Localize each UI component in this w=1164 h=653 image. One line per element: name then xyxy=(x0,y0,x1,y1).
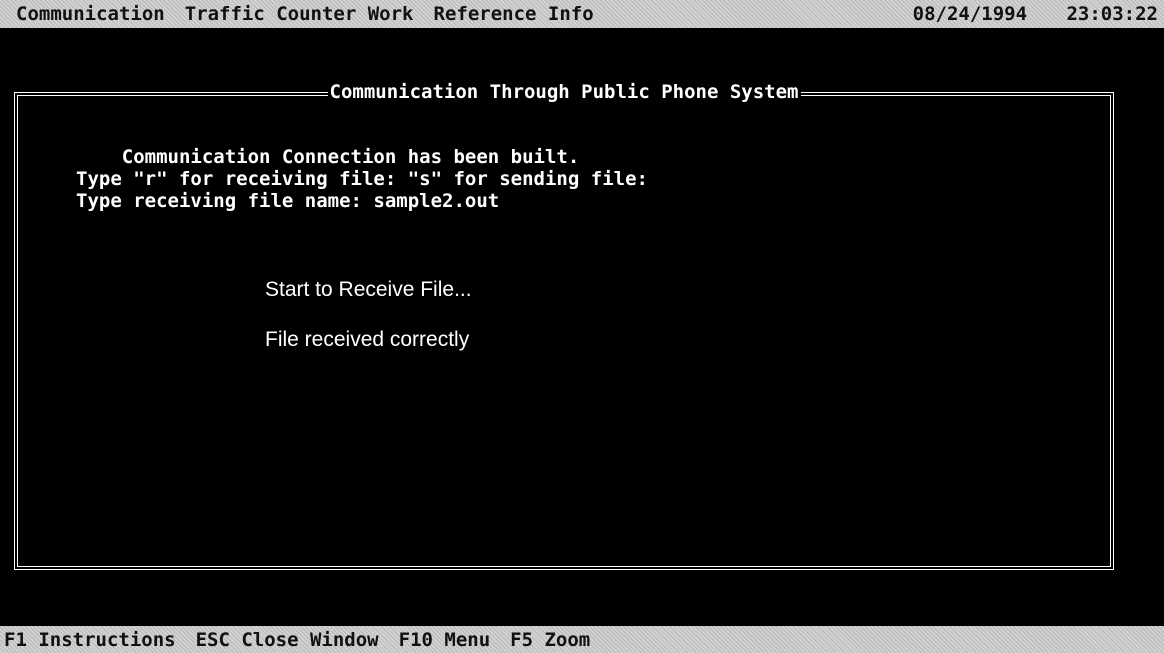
f5-zoom-key[interactable]: F5 Zoom xyxy=(500,629,600,651)
menu-traffic-counter-work[interactable]: Traffic Counter Work xyxy=(175,3,424,25)
window-title-text: Communication Through Public Phone Syste… xyxy=(327,81,801,103)
connection-status-line: Communication Connection has been built. xyxy=(76,146,580,168)
time-display: 23:03:22 xyxy=(1066,3,1158,25)
function-key-bar: F1 Instructions ESC Close Window F10 Men… xyxy=(0,626,1164,653)
receive-start-message: Start to Receive File... xyxy=(265,278,472,301)
window-title: Communication Through Public Phone Syste… xyxy=(18,81,1110,103)
clock: 08/24/1994 23:03:22 xyxy=(885,3,1164,25)
f10-menu-key[interactable]: F10 Menu xyxy=(389,629,501,651)
receive-success-message: File received correctly xyxy=(265,328,470,351)
date-display: 08/24/1994 xyxy=(912,3,1028,25)
dos-screen: Communication Traffic Counter Work Refer… xyxy=(0,0,1164,653)
menu-reference-info[interactable]: Reference Info xyxy=(424,3,604,25)
menu-bar: Communication Traffic Counter Work Refer… xyxy=(0,0,1164,28)
f1-instructions-key[interactable]: F1 Instructions xyxy=(0,629,186,651)
receive-send-prompt[interactable]: Type "r" for receiving file: "s" for sen… xyxy=(76,168,648,190)
menu-communication[interactable]: Communication xyxy=(0,3,175,25)
communication-window: Communication Through Public Phone Syste… xyxy=(14,81,1114,570)
filename-prompt[interactable]: Type receiving file name: sample2.out xyxy=(76,190,499,212)
esc-close-window-key[interactable]: ESC Close Window xyxy=(186,629,389,651)
